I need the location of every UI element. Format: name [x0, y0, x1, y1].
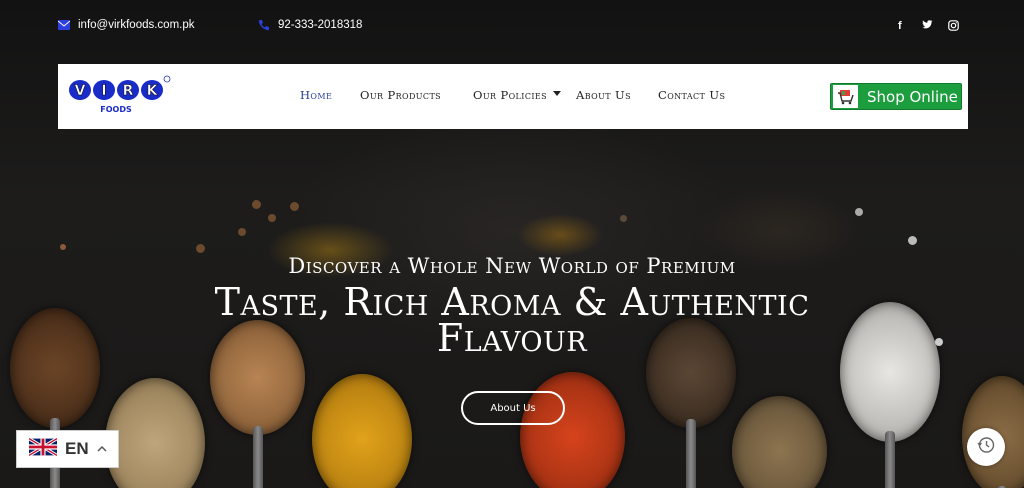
instagram-icon[interactable] — [948, 20, 959, 34]
shopping-cart-icon — [833, 85, 858, 108]
seed — [238, 228, 246, 236]
main-navbar: V I R K FOODS Home Our Products Our Poli… — [58, 64, 968, 129]
spice-spoon — [10, 308, 100, 488]
spice-spoon — [312, 374, 412, 488]
chevron-up-icon — [97, 443, 107, 455]
seed — [268, 214, 276, 222]
seed — [855, 208, 863, 216]
hero-title-line1: Taste, Rich Aroma & Authentic — [214, 280, 810, 324]
spice-spoon — [840, 302, 940, 488]
nav-home[interactable]: Home — [300, 88, 332, 102]
seed — [908, 236, 917, 245]
hero-title: Taste, Rich Aroma & Authentic Flavour — [180, 280, 844, 360]
svg-text:V: V — [75, 83, 86, 99]
email-link[interactable]: info@virkfoods.com.pk — [58, 19, 195, 31]
phone-link[interactable]: 92-333-2018318 — [258, 19, 362, 31]
nav-about-us[interactable]: About Us — [576, 88, 631, 102]
hero-title-line2: Flavour — [436, 316, 588, 360]
spice-spoon — [520, 372, 625, 488]
spice-spoon — [732, 396, 827, 488]
seed — [290, 202, 299, 211]
shop-online-label: Shop Online — [867, 87, 958, 106]
about-us-button[interactable]: About Us — [461, 391, 565, 425]
nav-our-policies[interactable]: Our Policies — [473, 88, 547, 102]
phone-icon — [258, 19, 270, 31]
nav-contact-us[interactable]: Contact Us — [658, 88, 725, 102]
twitter-icon[interactable] — [922, 20, 933, 33]
svg-text:I: I — [101, 83, 106, 99]
history-button[interactable] — [967, 428, 1005, 466]
shop-online-button[interactable]: Shop Online — [830, 83, 962, 110]
language-switcher[interactable]: EN — [16, 430, 119, 468]
uk-flag-icon — [28, 436, 58, 461]
dropdown-caret-icon[interactable] — [553, 91, 561, 96]
spice-spoon — [105, 378, 205, 488]
hero-subtitle: Discover a Whole New World of Premium — [288, 254, 736, 278]
top-bar: info@virkfoods.com.pk 92-333-2018318 f — [0, 0, 1024, 56]
svg-text:FOODS: FOODS — [100, 105, 132, 114]
virk-foods-logo[interactable]: V I R K FOODS — [66, 74, 172, 118]
seed — [60, 244, 66, 250]
history-clock-icon — [976, 435, 996, 460]
phone-text: 92-333-2018318 — [278, 19, 363, 31]
svg-text:K: K — [147, 83, 159, 99]
seed — [935, 338, 943, 346]
email-text: info@virkfoods.com.pk — [78, 19, 195, 31]
language-code: EN — [65, 439, 89, 458]
facebook-icon[interactable]: f — [898, 20, 902, 32]
nav-our-products[interactable]: Our Products — [360, 88, 441, 102]
envelope-icon — [58, 19, 70, 31]
seed — [196, 244, 205, 253]
svg-text:R: R — [123, 83, 134, 99]
seed — [620, 215, 627, 222]
seed — [252, 200, 261, 209]
